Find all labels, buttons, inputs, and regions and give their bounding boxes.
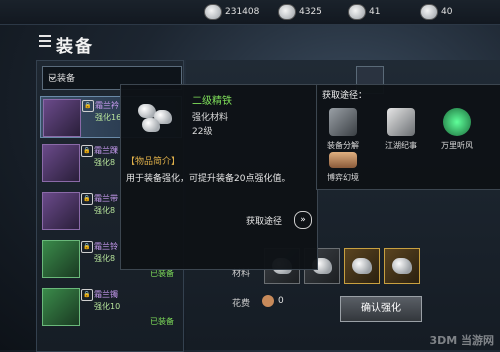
equipment-thumb bbox=[42, 288, 80, 326]
equipped-status-2: 已装备 bbox=[150, 317, 174, 326]
source-link-label[interactable]: 获取途径 bbox=[246, 214, 282, 227]
silver-coin-icon bbox=[204, 4, 222, 20]
equipment-level: 强化8 bbox=[94, 158, 116, 167]
source-label: 装备分解 bbox=[327, 141, 359, 150]
equipment-thumb bbox=[43, 99, 81, 137]
equipment-name: 霜兰衿 bbox=[95, 101, 119, 110]
equipment-level: 强化10 bbox=[94, 302, 121, 311]
source-item-0[interactable]: 装备分解 bbox=[316, 108, 370, 151]
equipment-thumb bbox=[42, 192, 80, 230]
page-title: 装备 bbox=[56, 37, 94, 57]
coin-icon bbox=[262, 295, 274, 307]
equipment-level: 强化8 bbox=[94, 206, 116, 215]
lock-icon: 🔒 bbox=[81, 289, 93, 301]
currency-feather: 4325 bbox=[278, 4, 322, 20]
equipment-name: 霜兰铃 bbox=[94, 242, 118, 251]
source-item-2[interactable]: 万里听风 bbox=[430, 108, 484, 151]
equipment-thumb bbox=[42, 144, 80, 182]
watermark: 3DM 当游网 bbox=[429, 334, 494, 347]
cost-value: 0 bbox=[278, 296, 284, 306]
confirm-enhance-button[interactable]: 确认强化 bbox=[340, 296, 422, 322]
cost-label: 花费 bbox=[232, 299, 251, 309]
lock-icon: 🔒 bbox=[82, 100, 94, 112]
currency-ticket-value: 40 bbox=[441, 7, 453, 17]
chevron-right-icon[interactable]: » bbox=[294, 211, 312, 229]
equipment-level: 强化16 bbox=[95, 113, 122, 122]
equipment-menu-icon bbox=[39, 35, 51, 47]
source-title: 获取途径： bbox=[322, 91, 368, 101]
crystal-icon bbox=[348, 4, 366, 20]
iron-ore-icon bbox=[352, 258, 372, 274]
currency-ticket: 40 bbox=[420, 4, 452, 20]
source-label: 博弈幻境 bbox=[327, 173, 359, 182]
jade-orb-icon bbox=[443, 108, 471, 136]
equipment-name: 霜兰镯 bbox=[94, 290, 118, 299]
iron-ore-icon bbox=[392, 258, 412, 274]
source-label: 万里听风 bbox=[441, 141, 473, 150]
currency-feather-value: 4325 bbox=[299, 7, 322, 17]
currency-silver: 231408 bbox=[204, 4, 259, 20]
source-label: 江湖纪事 bbox=[385, 141, 417, 150]
lock-icon: 🔒 bbox=[81, 145, 93, 157]
equipment-thumb bbox=[42, 240, 80, 278]
source-item-3[interactable]: 博弈幻境 bbox=[316, 152, 370, 183]
lock-icon: 🔒 bbox=[81, 193, 93, 205]
item-type: 强化材料 bbox=[192, 113, 229, 123]
equipment-name: 霜兰踝 bbox=[94, 146, 118, 155]
equipment-name: 霜兰带 bbox=[94, 194, 118, 203]
iron-ore-icon bbox=[136, 100, 176, 136]
ticket-icon bbox=[420, 4, 438, 20]
equipment-level: 强化8 bbox=[94, 254, 116, 263]
currency-silver-value: 231408 bbox=[225, 7, 260, 17]
robe-icon bbox=[387, 108, 415, 136]
feather-icon bbox=[278, 4, 296, 20]
currency-bar: 231408 4325 41 40 bbox=[0, 0, 500, 25]
item-description: 用于装备强化，可提升装备20点强化值。 bbox=[126, 174, 291, 184]
sword-icon bbox=[329, 108, 357, 136]
currency-crystal: 41 bbox=[348, 4, 380, 20]
bowl-icon bbox=[329, 152, 357, 168]
lock-icon: 🔒 bbox=[81, 241, 93, 253]
currency-crystal-value: 41 bbox=[369, 7, 381, 17]
material-slot-4[interactable] bbox=[384, 248, 420, 284]
chevron-down-icon: ⌄ bbox=[48, 70, 58, 83]
material-slot-3[interactable] bbox=[344, 248, 380, 284]
item-level: 22级 bbox=[192, 127, 213, 137]
item-intro-heading: 【物品简介】 bbox=[126, 157, 181, 167]
item-name: 二级精铁 bbox=[192, 96, 232, 107]
source-item-1[interactable]: 江湖纪事 bbox=[374, 108, 428, 151]
